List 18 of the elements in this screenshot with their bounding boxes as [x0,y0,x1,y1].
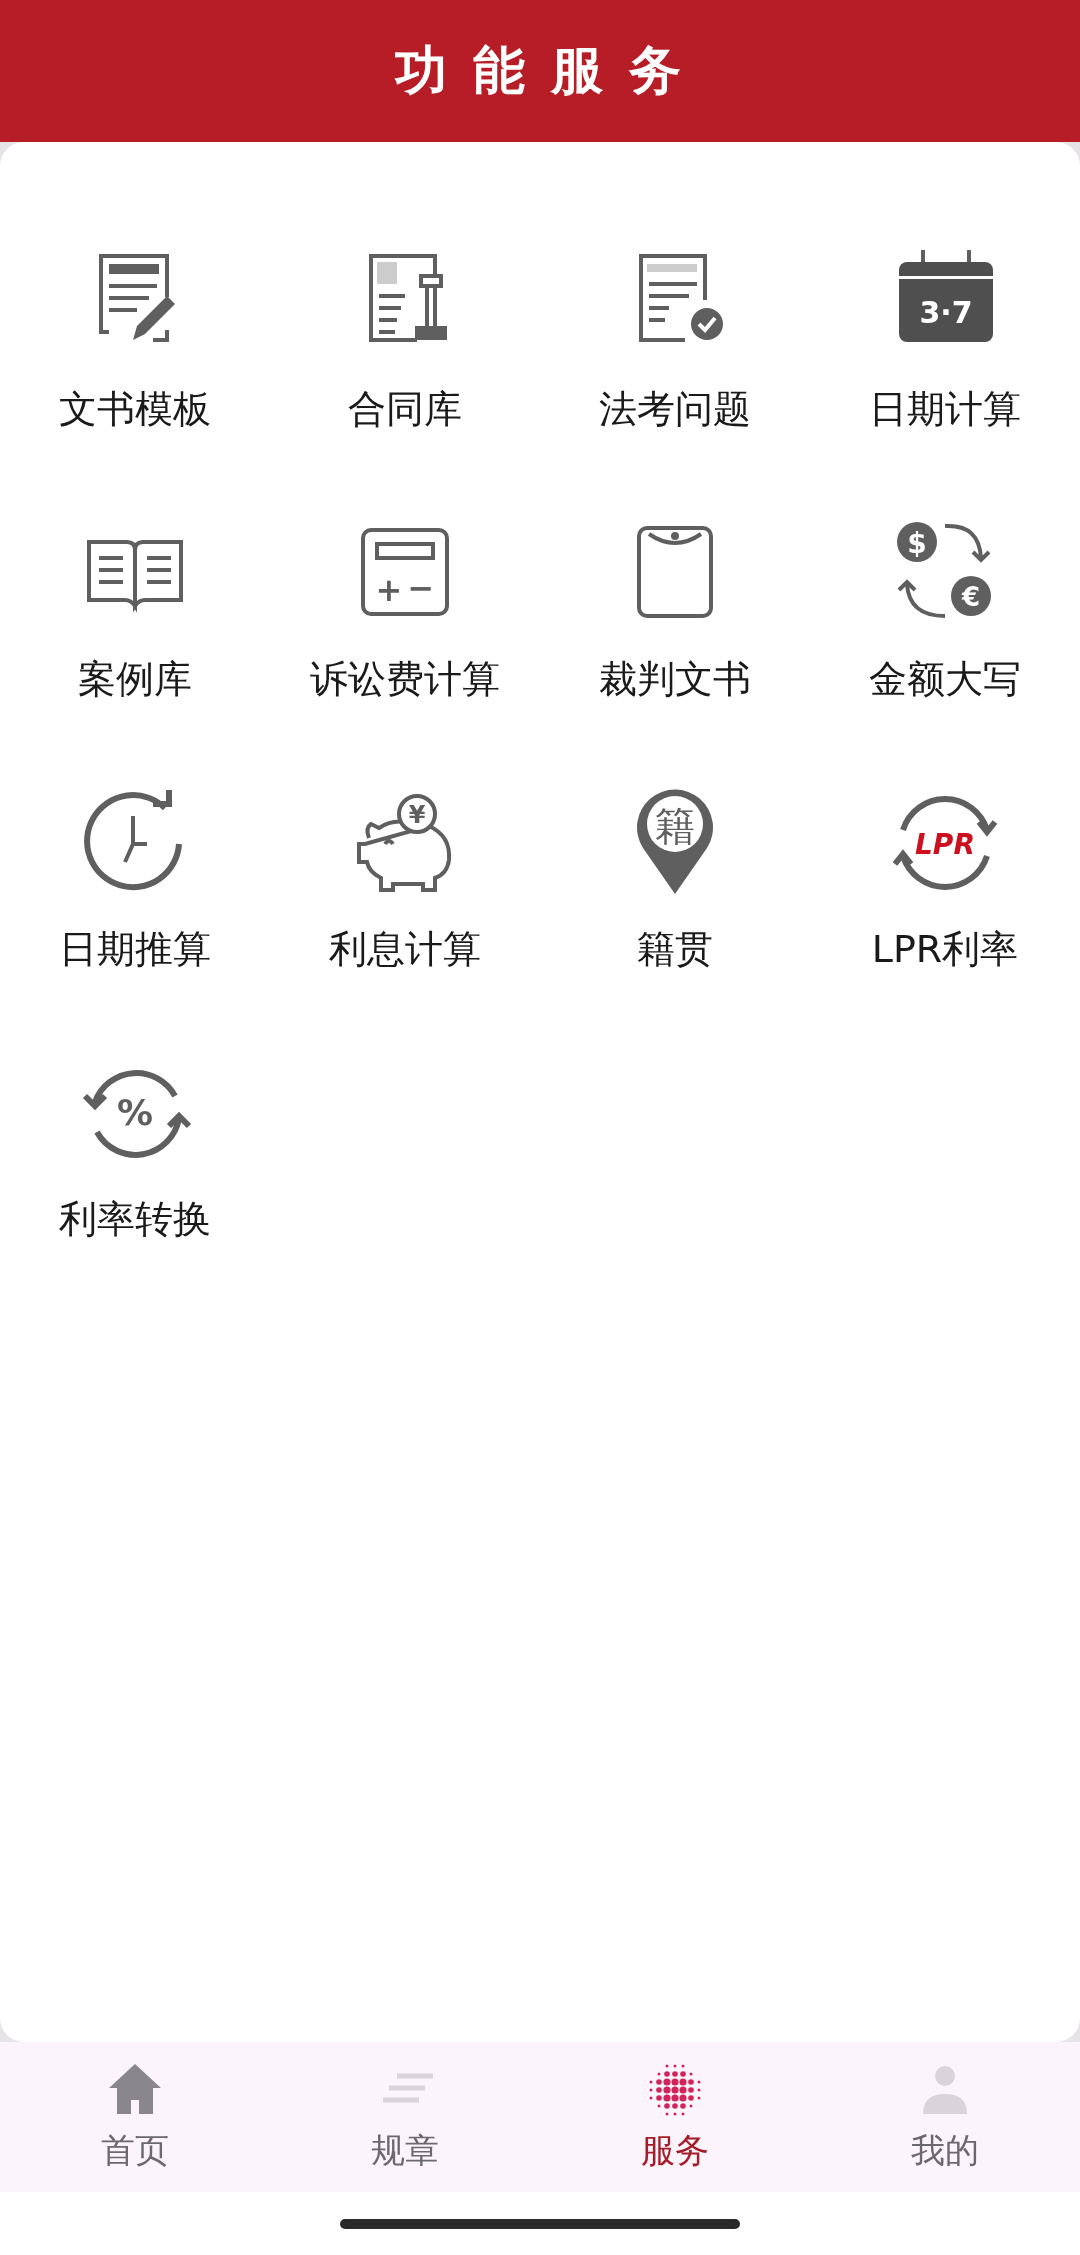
service-item[interactable]: 文书模板 [0,242,270,512]
service-item[interactable]: % 利率转换 [0,1052,270,1322]
service-item[interactable]: LPR LPR利率 [810,782,1080,1052]
tab-item[interactable]: 我的 [810,2042,1080,2192]
service-item[interactable]: 裁判文书 [540,512,810,782]
tab-item[interactable]: 规章 [270,2042,540,2192]
service-item[interactable]: 日期推算 [0,782,270,1052]
service-item[interactable]: $ € 金额大写 [810,512,1080,782]
page-title: 功 能 服 务 [394,39,686,102]
service-item[interactable]: 3·7 日期计算 [810,242,1080,512]
service-item[interactable]: 案例库 [0,512,270,782]
service-item[interactable]: 合同库 [270,242,540,512]
tab-item[interactable]: 服务 [540,2042,810,2192]
service-item[interactable]: ¥ 利息计算 [270,782,540,1052]
tab-item[interactable]: 首页 [0,2042,270,2192]
service-item[interactable]: 籍 籍贯 [540,782,810,1052]
service-item[interactable]: 法考问题 [540,242,810,512]
service-item[interactable]: + − 诉讼费计算 [270,512,540,782]
